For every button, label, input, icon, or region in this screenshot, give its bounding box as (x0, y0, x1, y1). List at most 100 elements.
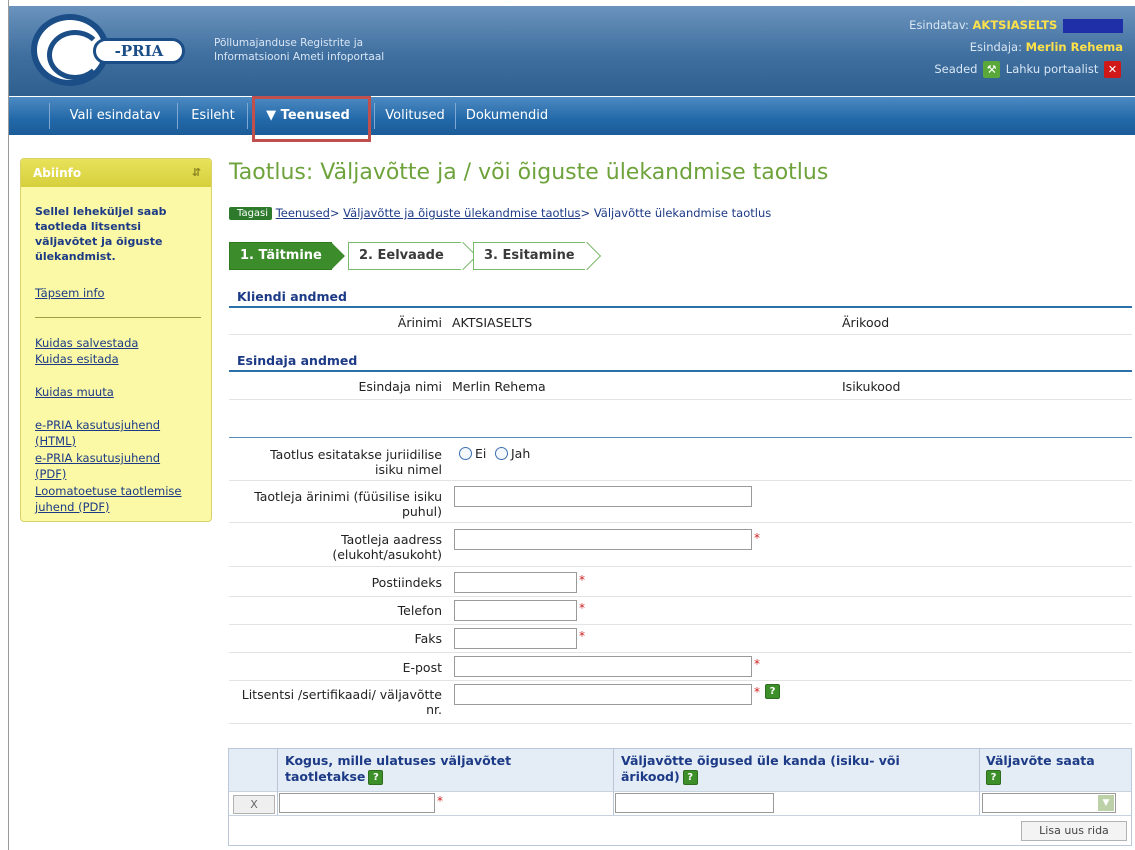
row-divider (229, 399, 1132, 400)
business-name-label-line2: puhul) (401, 504, 442, 519)
legal-person-label: Taotlus esitatakse juriidilise isiku nim… (230, 447, 442, 477)
logo-text[interactable]: -PRIA (93, 38, 185, 64)
column-header-transfer-line1: Väljavõtte õigused üle kanda (isiku- või (621, 753, 900, 768)
quantity-input[interactable] (279, 793, 435, 813)
table-row-divider (229, 791, 1131, 792)
column-header-quantity-line2: taotletakse? (285, 769, 605, 785)
license-number-input[interactable] (454, 684, 752, 705)
address-label-line1: Taotleja aadress (341, 532, 442, 547)
radio-yes[interactable] (495, 447, 508, 460)
delete-row-button[interactable]: X (233, 795, 275, 814)
header: -PRIA Põllumajanduse Registrite ja Infor… (9, 6, 1135, 96)
table-column-divider (277, 749, 278, 815)
represented-selector-bar[interactable] (1063, 18, 1123, 33)
row-divider (229, 596, 1132, 597)
nav-separator (455, 103, 456, 129)
help-icon[interactable]: ? (682, 770, 698, 785)
row-divider (229, 334, 1132, 335)
sidebar-link-tapsem-info[interactable]: Täpsem info (35, 285, 205, 301)
settings-icon[interactable]: ⚒ (983, 61, 1001, 78)
pin-icon[interactable]: ⇵ (192, 159, 201, 187)
required-marker: * (754, 657, 760, 671)
settings-link[interactable]: Seaded (934, 62, 977, 76)
help-icon[interactable]: ? (368, 770, 384, 785)
nav-item-esileht[interactable]: Esileht (179, 97, 247, 135)
sidebar-link-kuidas-esitada[interactable]: Kuidas esitada (35, 351, 205, 367)
fax-input[interactable] (454, 628, 577, 649)
chevron-down-icon[interactable]: ▼ (1098, 795, 1114, 811)
step-submit[interactable]: 3. Esitamine (473, 242, 585, 270)
required-marker: * (754, 685, 760, 699)
row-divider (229, 723, 1132, 724)
represented-row: Esindatav: AKTSIASELTS (909, 14, 1123, 36)
step-fill[interactable]: 1. Täitmine (229, 242, 345, 270)
help-icon[interactable]: ? (986, 770, 1001, 785)
send-to-select[interactable]: ▼ (982, 793, 1116, 813)
email-label: E-post (402, 660, 442, 675)
required-marker: * (579, 601, 585, 615)
column-header-send-line2: ? (986, 769, 1126, 785)
legal-person-label-line2: isiku nimel (375, 462, 442, 477)
help-sidebar: Abiinfo ⇵ Sellel leheküljel saab taotled… (20, 158, 212, 522)
sidebar-link-kuidas-salvestada[interactable]: Kuidas salvestada (35, 335, 205, 351)
sidebar-title: Abiinfo (33, 166, 82, 180)
column-header-transfer-rights: Väljavõtte õigused üle kanda (isiku- või… (621, 753, 971, 785)
back-button[interactable]: Tagasi (229, 207, 273, 220)
table-row-divider (229, 815, 1131, 816)
address-input[interactable] (454, 529, 752, 550)
client-section-title: Kliendi andmed (237, 289, 347, 304)
breadcrumb-separator: > (329, 206, 344, 220)
breadcrumb-item[interactable]: Teenused (276, 206, 330, 220)
row-divider (229, 566, 1132, 567)
column-header-quantity: Kogus, mille ulatuses väljavõtet taotlet… (285, 753, 605, 785)
representative-name-label: Esindaja nimi (358, 379, 442, 394)
portal-name-line1: Põllumajanduse Registrite ja (214, 37, 364, 49)
nav-separator (177, 103, 178, 129)
legal-person-label-line1: Taotlus esitatakse juriidilise (270, 447, 442, 462)
sidebar-link-kasutusjuhend-pdf[interactable]: e-PRIA kasutusjuhend (PDF) (35, 450, 195, 482)
form-divider (229, 437, 1132, 438)
section-divider (229, 370, 1132, 372)
representative-code-label: Isikukood (842, 379, 901, 394)
header-user-panel: Esindatav: AKTSIASELTS Esindaja: Merlin … (909, 14, 1123, 80)
logout-link[interactable]: Lahku portaalist (1006, 62, 1099, 76)
represented-value: AKTSIASELTS (972, 18, 1058, 32)
nav-item-dokumendid[interactable]: Dokumendid (457, 97, 557, 135)
header-actions: Seaded ⚒ Lahku portaalist ✕ (909, 58, 1123, 80)
page-title: Taotlus: Väljavõtte ja / või õiguste üle… (229, 160, 829, 185)
add-row-button[interactable]: Lisa uus rida (1021, 821, 1127, 841)
transfer-code-input[interactable] (615, 793, 774, 813)
license-number-label-line2: nr. (426, 702, 442, 717)
business-name-input[interactable] (454, 486, 752, 507)
help-icon[interactable]: ? (765, 684, 780, 699)
column-header-quantity-line1: Kogus, mille ulatuses väljavõtet (285, 753, 512, 768)
sidebar-link-kasutusjuhend-html[interactable]: e-PRIA kasutusjuhend (HTML) (35, 417, 195, 449)
table-column-divider (613, 749, 614, 815)
breadcrumb: Tagasi Teenused> Väljavõtte ja õiguste ü… (229, 206, 771, 220)
nav-item-volitused[interactable]: Volitused (375, 97, 455, 135)
quantity-table: Kogus, mille ulatuses väljavõtet taotlet… (228, 748, 1132, 846)
required-marker: * (754, 531, 760, 545)
sidebar-link-kuidas-muuta[interactable]: Kuidas muuta (35, 384, 205, 400)
address-label-line2: (elukoht/asukoht) (332, 547, 442, 562)
step-preview[interactable]: 2. Eelvaade (348, 242, 461, 270)
column-header-transfer-line2: ärikood)? (621, 769, 971, 785)
phone-input[interactable] (454, 600, 577, 621)
business-name-label-line1: Taotleja ärinimi (füüsilise isiku (254, 489, 442, 504)
represented-label: Esindatav: (909, 18, 969, 32)
representative-section-title: Esindaja andmed (237, 353, 358, 368)
close-icon[interactable]: ✕ (1104, 61, 1121, 78)
nav-item-vali-esindatav[interactable]: Vali esindatav (54, 97, 176, 135)
section-divider (229, 306, 1132, 308)
breadcrumb-current: Väljavõtte ülekandmise taotlus (593, 206, 772, 220)
nav-highlight-box (252, 96, 371, 142)
radio-no[interactable] (459, 447, 472, 460)
breadcrumb-item[interactable]: Väljavõtte ja õiguste ülekandmise taotlu… (343, 206, 580, 220)
fax-label: Faks (414, 631, 442, 646)
sidebar-link-loomatoetus-pdf[interactable]: Loomatoetuse taotlemise juhend (PDF) (35, 483, 205, 515)
postal-code-input[interactable] (454, 572, 577, 593)
sidebar-header: Abiinfo ⇵ (21, 159, 211, 187)
email-field[interactable] (454, 656, 752, 677)
required-marker: * (437, 794, 443, 808)
column-header-send-to: Väljavõte saata ? (986, 753, 1126, 785)
